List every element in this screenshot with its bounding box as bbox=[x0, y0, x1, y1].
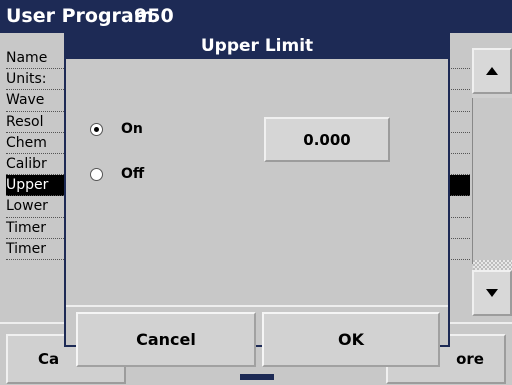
window-title-bar: User Program 950 bbox=[0, 0, 512, 33]
scroll-up-button[interactable] bbox=[472, 48, 512, 94]
triangle-down-icon bbox=[486, 289, 498, 297]
limit-value-button[interactable]: 0.000 bbox=[264, 117, 390, 162]
dialog-title: Upper Limit bbox=[66, 33, 448, 59]
dialog-divider bbox=[66, 305, 448, 307]
scroll-track[interactable] bbox=[472, 98, 512, 314]
scroll-down-button[interactable] bbox=[472, 270, 512, 316]
ok-button[interactable]: OK bbox=[262, 312, 440, 367]
screen: User Program 950 Name Units: Wave Resol … bbox=[0, 0, 512, 385]
radio-on-indicator[interactable] bbox=[90, 122, 103, 136]
bottom-indicator bbox=[240, 374, 274, 380]
cancel-button[interactable]: Cancel bbox=[76, 312, 256, 367]
radio-off-indicator[interactable] bbox=[90, 167, 103, 181]
radio-off[interactable]: Off bbox=[90, 166, 144, 182]
scrollbar[interactable] bbox=[472, 48, 512, 316]
upper-limit-dialog: Upper Limit On Off 0.000 Cancel OK bbox=[64, 31, 450, 367]
radio-on[interactable]: On bbox=[90, 121, 143, 137]
program-number: 950 bbox=[134, 5, 174, 27]
triangle-up-icon bbox=[486, 67, 498, 75]
radio-on-label: On bbox=[121, 121, 143, 137]
window-title: User Program bbox=[6, 5, 154, 27]
radio-off-label: Off bbox=[121, 166, 145, 182]
